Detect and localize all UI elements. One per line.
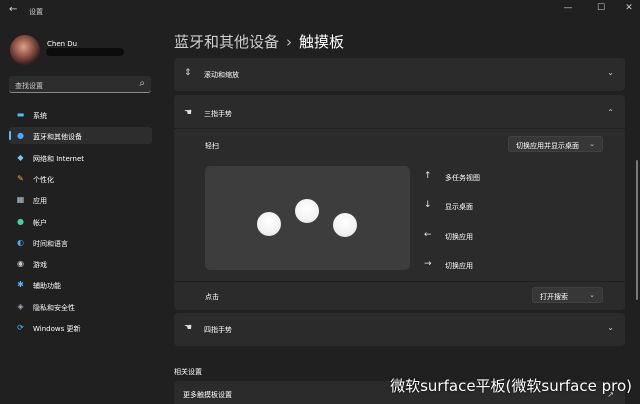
sidebar-item-label: 帐户: [33, 219, 47, 227]
sidebar-item-label: 蓝牙和其他设备: [33, 133, 82, 141]
breadcrumb-parent[interactable]: 蓝牙和其他设备: [174, 33, 279, 51]
sidebar-item[interactable]: ⟳ Windows 更新: [9, 319, 152, 336]
sidebar-item-label: 时间和语言: [33, 240, 68, 248]
close-button[interactable]: ✕: [619, 3, 639, 13]
chevron-right-icon: ›: [286, 33, 293, 51]
personalization-icon: ✎: [17, 174, 24, 183]
sidebar-item[interactable]: ● 帐户: [9, 213, 152, 230]
gesture-down-label: 显示桌面: [445, 203, 473, 211]
sidebar-item-label: 个性化: [33, 176, 54, 184]
scroll-zoom-title: 滚动和缩放: [204, 71, 239, 79]
hand-icon: ☚: [184, 323, 193, 333]
sidebar-item[interactable]: ▦ 应用: [9, 191, 152, 208]
four-finger-title: 四指手势: [204, 326, 232, 334]
bluetooth-icon: ●: [17, 131, 24, 140]
page-title: 触摸板: [299, 33, 345, 51]
user-name: Chen Du: [47, 40, 78, 48]
chevron-up-icon[interactable]: ⌃: [607, 108, 614, 117]
search-icon[interactable]: ⌕: [139, 78, 145, 89]
finger-dot: [295, 199, 319, 223]
sidebar-item-label: 系统: [33, 112, 47, 120]
swipe-label: 轻扫: [205, 142, 219, 150]
tap-dropdown[interactable]: 打开搜索 ⌄: [532, 287, 603, 303]
sidebar-item-label: 应用: [33, 197, 47, 205]
breadcrumb: 蓝牙和其他设备 › 触摸板: [174, 31, 344, 52]
windows-update-icon: ⟳: [17, 323, 24, 332]
gesture-right-label: 切换应用: [445, 262, 473, 270]
accessibility-icon: ✱: [17, 280, 24, 289]
related-settings-heading: 相关设置: [174, 368, 202, 376]
sidebar-item-label: 隐私和安全性: [33, 304, 75, 312]
gaming-icon: ◉: [17, 259, 24, 268]
tap-dropdown-value: 打开搜索: [540, 293, 568, 301]
divider: [174, 281, 625, 282]
search-placeholder: 查找设置: [15, 82, 43, 90]
arrow-down-icon: ↓: [424, 200, 432, 210]
search-input[interactable]: 查找设置 ⌕: [9, 76, 151, 93]
gesture-up-label: 多任务视图: [445, 174, 480, 182]
sidebar-item[interactable]: ✎ 个性化: [9, 170, 152, 187]
sidebar-item[interactable]: ▬ 系统: [9, 106, 152, 123]
finger-dot: [257, 212, 281, 236]
touchpad-illustration: [205, 166, 410, 270]
watermark-text: 微软surface平板(微软surface pro): [390, 377, 632, 395]
sidebar-item[interactable]: ◆ 网络和 Internet: [9, 149, 152, 166]
arrow-right-icon: →: [424, 259, 432, 269]
chevron-down-icon[interactable]: ⌄: [607, 68, 614, 77]
system-icon: ▬: [16, 110, 25, 119]
app-title: 设置: [29, 8, 43, 16]
divider: [174, 128, 625, 129]
accounts-icon: ●: [17, 217, 24, 226]
redacted-email: [46, 48, 124, 56]
gesture-left-label: 切换应用: [445, 233, 473, 241]
avatar[interactable]: [10, 35, 40, 65]
arrow-up-icon: ↑: [424, 171, 432, 181]
sidebar-item[interactable]: ◐ 时间和语言: [9, 234, 152, 251]
network-icon: ◆: [17, 153, 24, 162]
chevron-down-icon[interactable]: ⌄: [607, 323, 614, 332]
scroll-zoom-card[interactable]: ⇕ 滚动和缩放 ⌄: [174, 58, 625, 91]
four-finger-gestures-card[interactable]: ☚ 四指手势 ⌄: [174, 313, 625, 346]
finger-dot: [333, 213, 357, 237]
scrollbar[interactable]: [636, 160, 638, 300]
tap-label: 点击: [205, 293, 219, 301]
time-language-icon: ◐: [17, 238, 24, 247]
maximize-button[interactable]: ☐: [591, 3, 611, 13]
sidebar-item[interactable]: ◉ 游戏: [9, 255, 152, 272]
arrow-left-icon: ←: [424, 230, 432, 240]
sidebar-item-label: 游戏: [33, 261, 47, 269]
sidebar-item[interactable]: ✱ 辅助功能: [9, 276, 152, 293]
sidebar-item[interactable]: ◈ 隐私和安全性: [9, 298, 152, 315]
scroll-icon: ⇕: [184, 68, 192, 78]
sidebar-item-label: 辅助功能: [33, 282, 61, 290]
sidebar-item-label: Windows 更新: [33, 325, 81, 333]
sidebar-item[interactable]: ● 蓝牙和其他设备: [9, 127, 152, 144]
more-touchpad-settings-label: 更多触摸板设置: [183, 391, 232, 399]
swipe-dropdown-value: 切换应用并显示桌面: [516, 142, 579, 150]
apps-icon: ▦: [16, 195, 25, 204]
hand-icon: ☚: [184, 108, 193, 118]
privacy-icon: ◈: [17, 302, 24, 311]
sidebar-item-label: 网络和 Internet: [33, 155, 85, 163]
title-bar: ← 设置 — ☐ ✕: [0, 0, 640, 22]
back-arrow-icon[interactable]: ←: [9, 4, 17, 15]
chevron-down-icon: ⌄: [589, 140, 595, 148]
chevron-down-icon: ⌄: [589, 291, 595, 299]
minimize-button[interactable]: —: [558, 3, 578, 13]
three-finger-title: 三指手势: [204, 110, 232, 118]
swipe-dropdown[interactable]: 切换应用并显示桌面 ⌄: [508, 136, 603, 152]
